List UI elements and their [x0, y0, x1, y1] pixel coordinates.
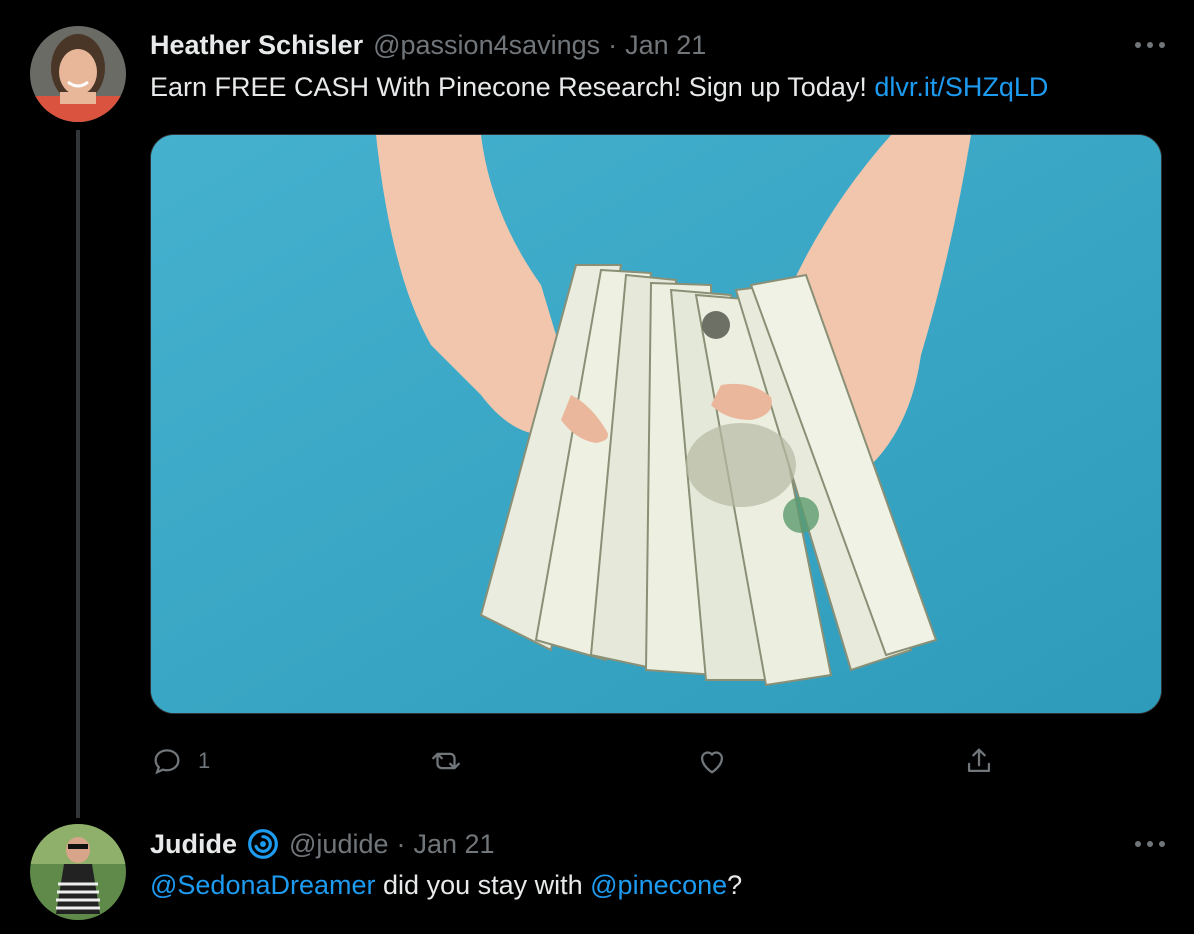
reply-icon [154, 749, 180, 775]
tweet-header: Heather Schisler @passion4savings · Jan … [150, 28, 706, 62]
more-dots-icon [1135, 42, 1165, 48]
reply-count: 1 [198, 748, 211, 773]
avatar-photo [30, 824, 126, 920]
separator-dot: · [608, 29, 618, 60]
tweet-text: Earn FREE CASH With Pinecone Research! S… [150, 72, 1048, 103]
heart-icon [700, 751, 724, 774]
avatar[interactable] [30, 26, 126, 122]
separator-dot: · [396, 828, 406, 859]
author-name[interactable]: Judide [150, 829, 237, 860]
mention-sedonadreamer[interactable]: @SedonaDreamer [150, 870, 376, 900]
author-name[interactable]: Heather Schisler [150, 30, 363, 61]
mention-pinecone[interactable]: @pinecone [590, 870, 727, 900]
author-handle[interactable]: @judide [289, 829, 388, 860]
more-options-button[interactable] [1130, 30, 1170, 60]
tweet-actions: 1 [150, 738, 1160, 784]
tweet-date[interactable]: Jan 21 [625, 30, 706, 61]
tweet-link[interactable]: dlvr.it/SHZqLD [874, 72, 1048, 102]
retweet-icon [432, 752, 460, 770]
tweet-text: @SedonaDreamer did you stay with @pineco… [150, 870, 742, 901]
tweet-text-end: ? [727, 870, 743, 900]
thread-connector-line [76, 130, 80, 818]
tweet-date[interactable]: Jan 21 [414, 829, 495, 860]
more-options-button[interactable] [1130, 829, 1170, 859]
reply-button[interactable]: 1 [150, 738, 210, 784]
tweet-text-plain: Earn FREE CASH With Pinecone Research! S… [150, 72, 875, 102]
avatar[interactable] [30, 824, 126, 920]
retweet-button[interactable] [428, 738, 464, 784]
like-button[interactable] [695, 738, 729, 784]
share-icon [967, 748, 991, 773]
author-handle[interactable]: @passion4savings [373, 30, 600, 61]
avatar-photo [30, 26, 126, 122]
share-button[interactable] [962, 738, 996, 784]
circle-swirl-icon [247, 828, 279, 860]
tweet-text-middle: did you stay with [375, 870, 591, 900]
photo-money-fan [151, 135, 1161, 713]
tweet-media-image[interactable] [150, 134, 1162, 714]
tweet-header: Judide @judide · Jan 21 [150, 827, 495, 861]
more-dots-icon [1135, 841, 1165, 847]
